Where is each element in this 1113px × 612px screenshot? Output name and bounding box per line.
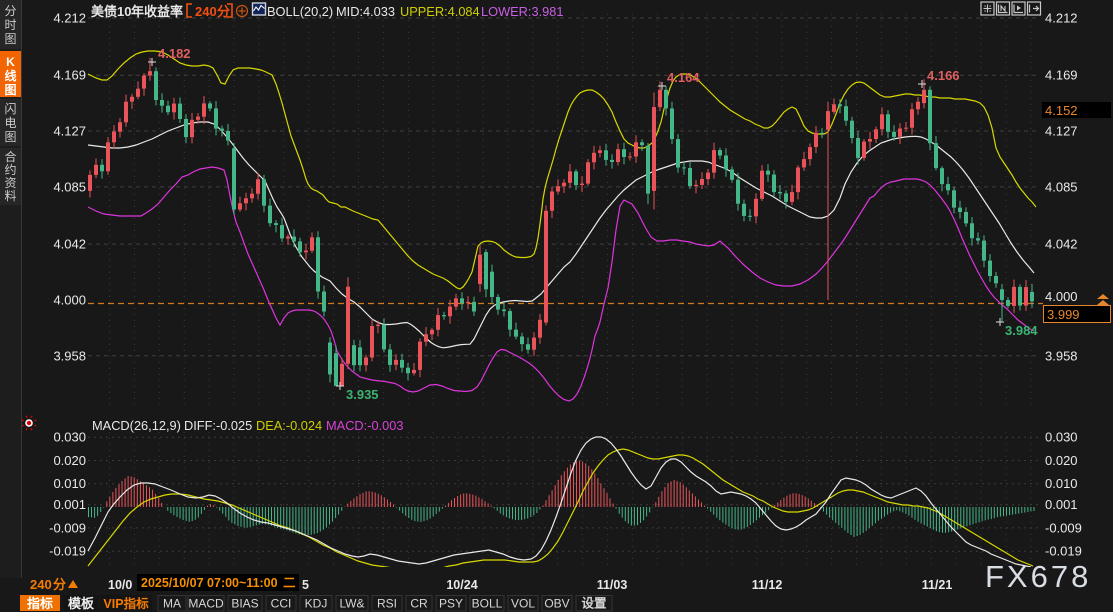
svg-text:0.010: 0.010 xyxy=(1045,476,1078,491)
svg-text:图: 图 xyxy=(4,32,16,46)
svg-text:3.958: 3.958 xyxy=(1045,348,1078,363)
svg-text:线: 线 xyxy=(4,68,16,83)
svg-text:0.020: 0.020 xyxy=(53,453,86,468)
svg-text:年: 年 xyxy=(131,4,144,19)
svg-text:4.152: 4.152 xyxy=(1045,103,1078,118)
svg-text:10/24: 10/24 xyxy=(446,578,477,592)
svg-text:240: 240 xyxy=(195,4,217,19)
svg-text:-0.019: -0.019 xyxy=(49,544,86,559)
svg-text:-0.009: -0.009 xyxy=(1045,520,1082,535)
svg-text:4.169: 4.169 xyxy=(53,68,86,83)
svg-text:BIAS: BIAS xyxy=(231,597,258,611)
svg-text:美: 美 xyxy=(91,4,105,19)
svg-text:4.085: 4.085 xyxy=(53,179,86,194)
svg-text:-0.019: -0.019 xyxy=(1045,544,1082,559)
svg-text:设置: 设置 xyxy=(581,596,607,611)
svg-text:LW&: LW& xyxy=(339,597,364,611)
svg-text:MACD:-0.003: MACD:-0.003 xyxy=(326,418,404,433)
svg-text:分: 分 xyxy=(53,577,66,592)
svg-text:CCI: CCI xyxy=(271,597,292,611)
svg-text:二: 二 xyxy=(283,576,296,590)
svg-text:0.020: 0.020 xyxy=(1045,453,1078,468)
svg-text:11/03: 11/03 xyxy=(597,578,628,592)
svg-text:DEA:-0.024: DEA:-0.024 xyxy=(256,418,322,433)
svg-text:料: 料 xyxy=(4,189,16,203)
svg-text:4.166: 4.166 xyxy=(927,68,960,83)
svg-text:MACD(26,12,9): MACD(26,12,9) xyxy=(92,418,181,433)
svg-text:11/21: 11/21 xyxy=(922,578,953,592)
svg-text:4.042: 4.042 xyxy=(53,237,86,252)
svg-text:4.169: 4.169 xyxy=(1045,68,1078,83)
svg-text:图: 图 xyxy=(4,130,16,144)
svg-text:PSY: PSY xyxy=(439,597,463,611)
svg-text:电: 电 xyxy=(4,116,16,130)
svg-text:指标: 指标 xyxy=(27,596,53,611)
svg-text:3.935: 3.935 xyxy=(346,387,379,402)
svg-text:0.010: 0.010 xyxy=(53,476,86,491)
svg-text:BOLL: BOLL xyxy=(472,597,503,611)
svg-text:4.127: 4.127 xyxy=(1045,124,1078,139)
svg-text:OBV: OBV xyxy=(544,597,569,611)
svg-text:MA: MA xyxy=(163,597,181,611)
svg-text:债: 债 xyxy=(104,4,117,19)
svg-text:合: 合 xyxy=(4,149,16,164)
svg-text:-0.009: -0.009 xyxy=(49,520,86,535)
svg-text:10/0: 10/0 xyxy=(108,578,132,592)
svg-text:11/12: 11/12 xyxy=(752,578,783,592)
svg-text:MACD: MACD xyxy=(188,597,224,611)
svg-text:4.000: 4.000 xyxy=(53,292,86,307)
svg-text:模板: 模板 xyxy=(68,596,95,611)
svg-text:0.030: 0.030 xyxy=(1045,430,1078,445)
svg-text:K: K xyxy=(6,55,15,69)
svg-text:闪: 闪 xyxy=(4,102,16,116)
svg-text:图: 图 xyxy=(4,83,16,97)
svg-text:4.182: 4.182 xyxy=(158,46,191,61)
svg-text:0.030: 0.030 xyxy=(53,430,86,445)
svg-text:UPPER:4.084: UPPER:4.084 xyxy=(400,4,480,19)
svg-text:DIFF:-0.025: DIFF:-0.025 xyxy=(184,418,252,433)
svg-text:资: 资 xyxy=(4,176,16,190)
svg-text:VOL: VOL xyxy=(511,597,535,611)
svg-text:CR: CR xyxy=(410,597,428,611)
svg-text:0.001: 0.001 xyxy=(1045,497,1078,512)
svg-text:4.127: 4.127 xyxy=(53,124,86,139)
svg-text:率: 率 xyxy=(170,4,183,19)
svg-text:MID:4.033: MID:4.033 xyxy=(336,4,395,19)
svg-text:5: 5 xyxy=(302,578,309,592)
svg-text:4.164: 4.164 xyxy=(667,70,700,85)
svg-text:BOLL(20,2): BOLL(20,2) xyxy=(267,4,333,19)
svg-text:3.958: 3.958 xyxy=(53,348,86,363)
svg-text:4.212: 4.212 xyxy=(1045,11,1078,26)
svg-text:4.085: 4.085 xyxy=(1045,179,1078,194)
svg-text:4.212: 4.212 xyxy=(53,11,86,26)
svg-text:FX678: FX678 xyxy=(985,559,1091,594)
svg-text:4.042: 4.042 xyxy=(1045,237,1078,252)
svg-text:时: 时 xyxy=(4,18,16,32)
svg-text:约: 约 xyxy=(4,162,16,177)
svg-text:LOWER:3.981: LOWER:3.981 xyxy=(481,4,564,19)
svg-text:RSI: RSI xyxy=(377,597,397,611)
svg-text:3.984: 3.984 xyxy=(1005,323,1038,338)
svg-text:10: 10 xyxy=(117,4,131,19)
svg-text:收: 收 xyxy=(144,4,158,19)
svg-text:益: 益 xyxy=(157,4,170,19)
svg-text:分: 分 xyxy=(4,4,16,18)
svg-text:0.001: 0.001 xyxy=(53,497,86,512)
svg-text:240: 240 xyxy=(30,577,52,592)
svg-text:3.999: 3.999 xyxy=(1047,307,1080,322)
svg-text:4.000: 4.000 xyxy=(1045,289,1078,304)
svg-text:KDJ: KDJ xyxy=(305,597,328,611)
svg-text:2025/10/07 07:00~11:00: 2025/10/07 07:00~11:00 xyxy=(141,576,278,590)
svg-text:VIP指标: VIP指标 xyxy=(103,596,149,611)
